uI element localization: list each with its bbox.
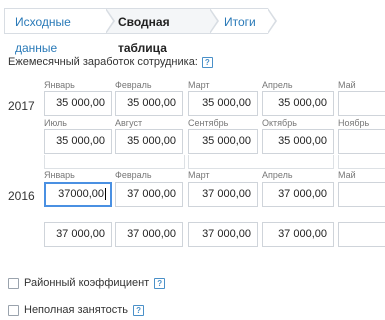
month-label-feb-2016: Февраль <box>115 170 152 180</box>
tab-chevron <box>209 8 219 34</box>
salary-input-mar-2016[interactable]: 37 000,00 <box>188 182 258 207</box>
salary-input-jan-2016[interactable]: 37000,00 <box>44 182 112 207</box>
month-label-nov-2017: Ноябрь <box>338 118 370 128</box>
month-label-mar-2016: Март <box>188 170 210 180</box>
salary-input-jul-2016[interactable]: 37 000,00 <box>44 222 112 247</box>
block-edge <box>338 155 385 169</box>
salary-input-may-2017[interactable] <box>338 91 385 116</box>
salary-input-oct-2016[interactable]: 37 000,00 <box>262 222 334 247</box>
block-edge <box>188 155 334 169</box>
salary-input-feb-2017[interactable]: 35 000,00 <box>115 91 183 116</box>
salary-input-jan-2017[interactable]: 35 000,00 <box>44 91 112 116</box>
month-label-aug-2017: Август <box>115 118 143 128</box>
salary-input-oct-2017[interactable]: 35 000,00 <box>262 129 334 154</box>
tab-source-data-label[interactable]: Исходные данные <box>15 15 71 55</box>
month-label-jan-2016: Январь <box>44 170 75 180</box>
salary-input-mar-2017[interactable]: 35 000,00 <box>188 91 258 116</box>
tab-results-label[interactable]: Итоги <box>224 15 256 29</box>
salary-input-aug-2017[interactable]: 35 000,00 <box>115 129 183 154</box>
month-label-oct-2017: Октябрь <box>262 118 297 128</box>
help-icon[interactable]: ? <box>133 304 145 316</box>
month-label-jan-2017: Январь <box>44 80 75 90</box>
salary-input-apr-2016[interactable]: 37 000,00 <box>262 182 334 207</box>
help-icon[interactable]: ? <box>154 277 166 289</box>
salary-input-sep-2017[interactable]: 35 000,00 <box>188 129 258 154</box>
salary-input-feb-2016[interactable]: 37 000,00 <box>115 182 183 207</box>
salary-input-apr-2017[interactable]: 35 000,00 <box>262 91 334 116</box>
month-label-apr-2016: Апрель <box>262 170 293 180</box>
tab-summary-table-label[interactable]: Сводная таблица <box>118 15 170 55</box>
regional-coefficient-label[interactable]: Районный коэффициент <box>24 277 149 289</box>
help-icon[interactable]: ? <box>201 56 213 68</box>
salary-input-jul-2017[interactable]: 35 000,00 <box>44 129 112 154</box>
salary-input-sep-2016[interactable]: 37 000,00 <box>188 222 258 247</box>
regional-coefficient-checkbox[interactable] <box>8 277 19 289</box>
salary-input-may-2016[interactable] <box>338 182 385 207</box>
month-label-jul-2017: Июль <box>44 118 67 128</box>
regional-coefficient-option[interactable]: Районный коэффициент ? <box>8 277 166 289</box>
breadcrumb-tabs: Исходные данные Сводная таблица Итоги <box>4 8 277 55</box>
month-label-feb-2017: Февраль <box>115 80 152 90</box>
part-time-label[interactable]: Неполная занятость <box>24 304 128 316</box>
year-label-2016: 2016 <box>8 189 35 203</box>
tab-source-data[interactable]: Исходные данные <box>4 8 115 55</box>
month-label-sep-2017: Сентябрь <box>188 118 229 128</box>
month-label-apr-2017: Апрель <box>262 80 293 90</box>
tab-chevron <box>105 8 115 34</box>
salary-input-nov-2017[interactable] <box>338 129 385 154</box>
month-label-mar-2017: Март <box>188 80 210 90</box>
monthly-earnings-heading: Ежемесячный заработок сотрудника: ? <box>8 56 213 68</box>
block-edge <box>44 155 185 169</box>
month-label-may-2017: Май <box>338 80 356 90</box>
salary-input-aug-2016[interactable]: 37 000,00 <box>115 222 183 247</box>
tab-summary-table[interactable]: Сводная таблица <box>106 8 219 55</box>
part-time-option[interactable]: Неполная занятость ? <box>8 304 145 316</box>
monthly-earnings-label: Ежемесячный заработок сотрудника: <box>8 56 198 68</box>
part-time-checkbox[interactable] <box>8 304 19 316</box>
tab-chevron <box>267 8 277 34</box>
salary-input-nov-2016[interactable] <box>338 222 385 247</box>
salary-input-jan-2016-value: 37000,00 <box>58 188 104 200</box>
year-label-2017: 2017 <box>8 99 35 113</box>
text-caret <box>105 188 106 201</box>
month-label-may-2016: Май <box>338 170 356 180</box>
